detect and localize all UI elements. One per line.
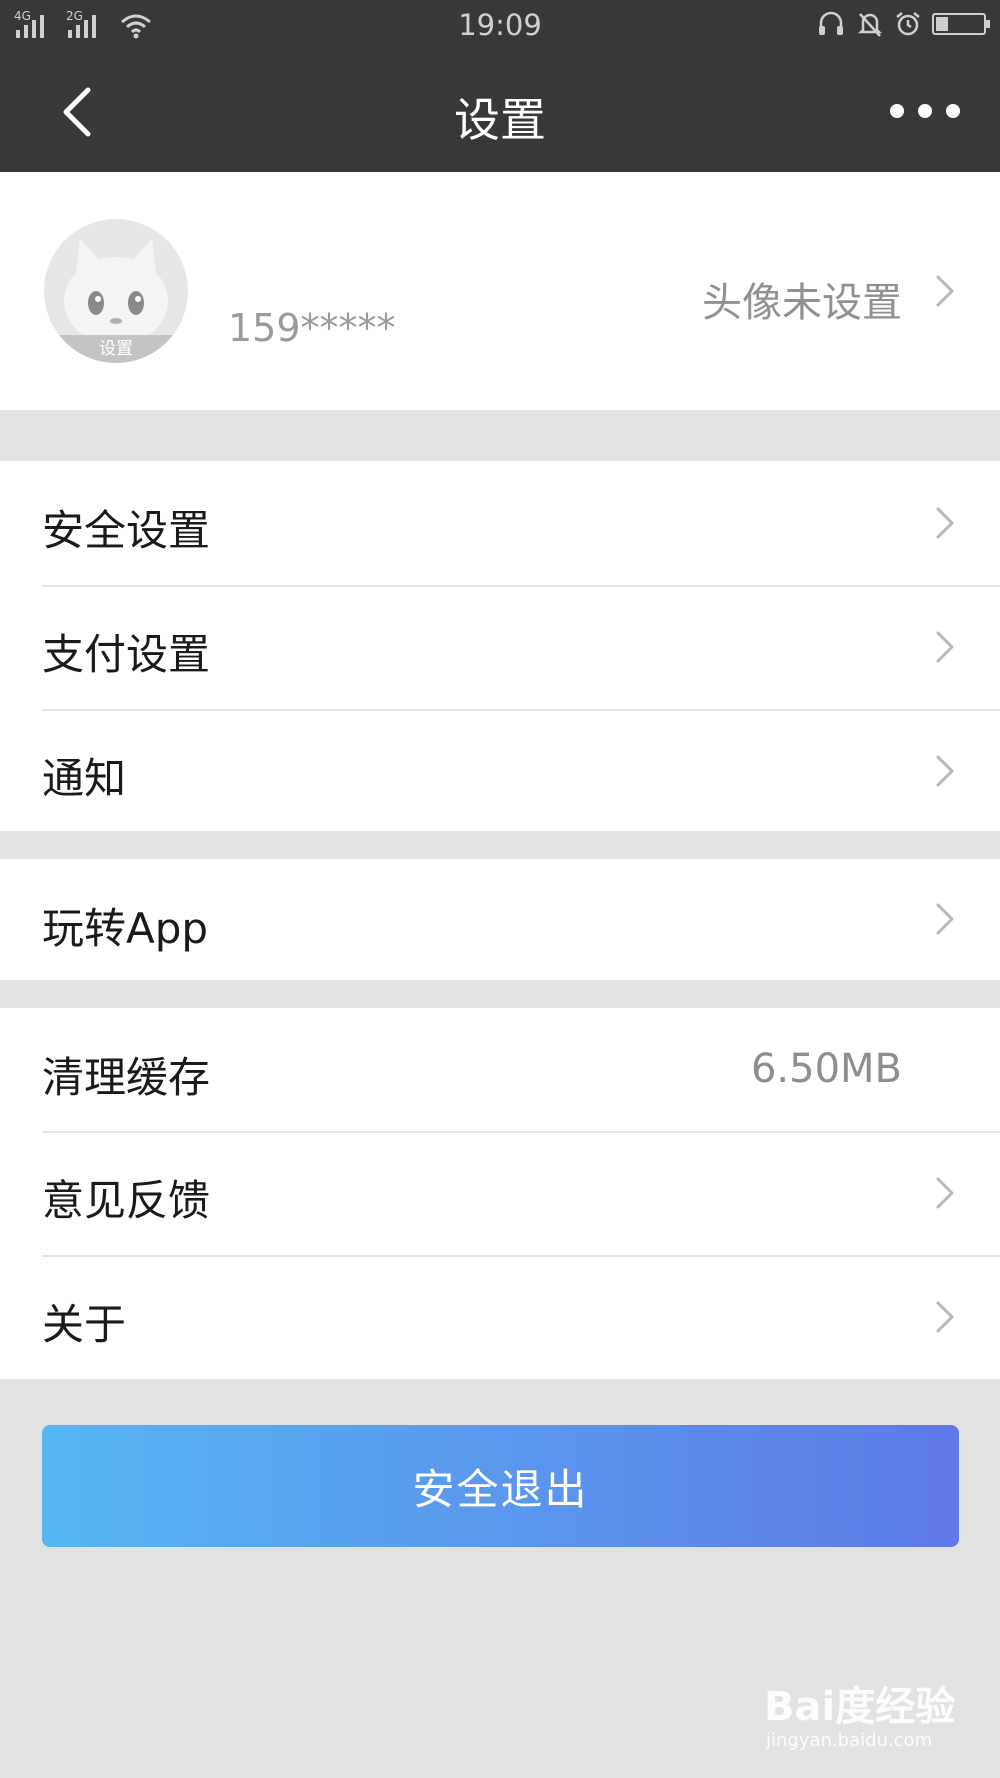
payment-settings-item[interactable]: 支付设置 [0,585,1000,709]
divider [42,585,1000,587]
baidu-jingyan-watermark: Bai度经验 jingyan.baidu.com [764,1668,984,1758]
watermark-logo: Bai度经验 [764,1684,956,1730]
menu-item-label: 支付设置 [42,630,211,679]
app-guide-item[interactable]: 玩转App [0,859,1000,980]
bell-off-icon [857,13,883,37]
notifications-item[interactable]: 通知 [0,709,1000,831]
page-title: 设置 [454,93,546,147]
chevron-right-icon [936,507,954,539]
phone-number: 159***** [228,306,396,350]
avatar[interactable]: 设置 [44,219,188,363]
headset-icon [819,11,843,35]
clear-cache-item[interactable]: 清理缓存 6.50MB [0,1008,1000,1131]
security-settings-item[interactable]: 安全设置 [0,461,1000,585]
chevron-right-icon [936,903,954,935]
status-bar: 4G 2G 19:09 [0,0,1000,54]
divider [42,1255,1000,1257]
logout-label: 安全退出 [412,1464,589,1514]
avatar-status: 头像未设置 [702,280,902,326]
battery-icon [932,13,990,35]
logout-button[interactable]: 安全退出 [42,1425,959,1547]
divider [42,709,1000,711]
chevron-right-icon [936,631,954,663]
watermark-url: jingyan.baidu.com [766,1730,933,1751]
nav-bar: 设置 [0,54,1000,172]
menu-item-label: 关于 [42,1300,127,1349]
chevron-right-icon [936,1301,954,1333]
chevron-right-icon [936,275,954,307]
about-item[interactable]: 关于 [0,1255,1000,1379]
menu-item-label: 意见反馈 [42,1176,211,1225]
cache-size: 6.50MB [750,1046,902,1092]
alarm-icon [896,12,920,36]
chevron-right-icon [936,755,954,787]
chevron-right-icon [936,1177,954,1209]
feedback-item[interactable]: 意见反馈 [0,1131,1000,1255]
divider [42,1131,1000,1133]
profile-card[interactable]: 设置 159***** 头像未设置 [0,172,1000,410]
menu-item-label: 安全设置 [42,506,211,555]
more-dots-icon[interactable] [890,96,960,126]
menu-item-label: 清理缓存 [42,1053,211,1102]
menu-item-label: 通知 [42,754,127,803]
avatar-set-label: 设置 [44,335,188,363]
status-icons [816,10,990,38]
menu-item-label: 玩转App [42,904,209,953]
